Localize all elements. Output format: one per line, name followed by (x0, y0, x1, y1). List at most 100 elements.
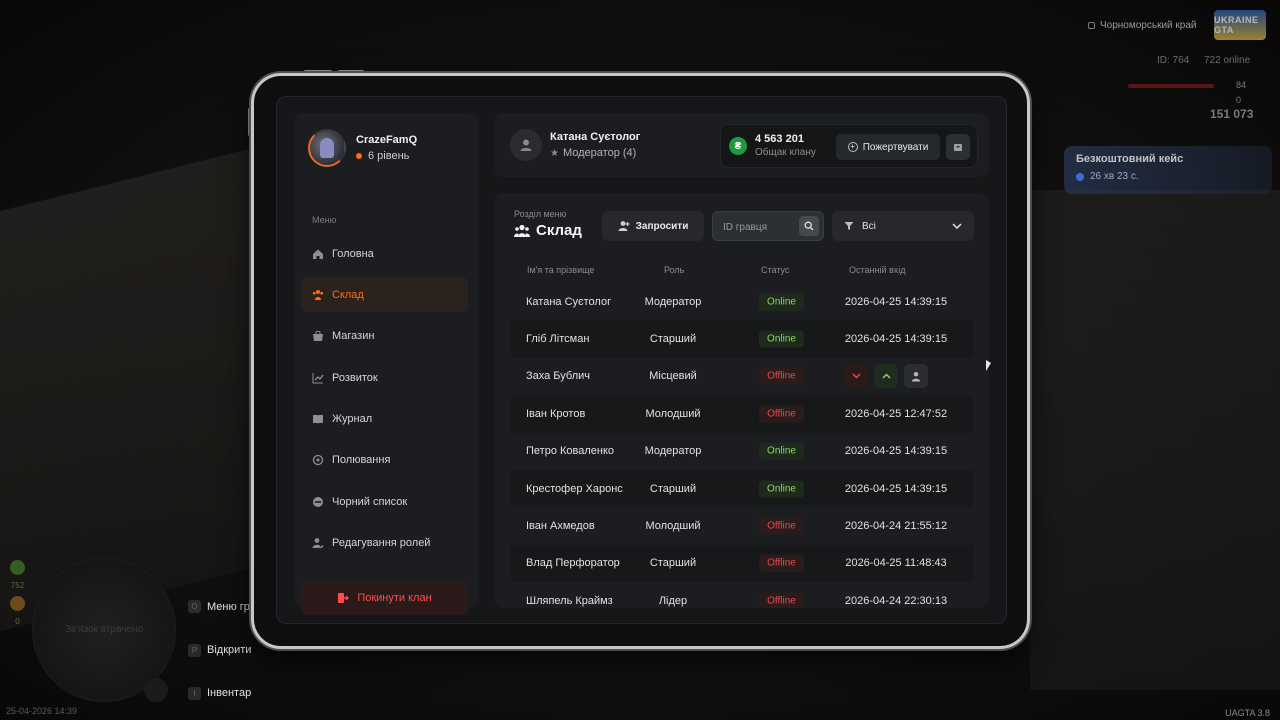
current-user-role: ★ Модератор (4) (550, 147, 636, 159)
food-icon (10, 560, 25, 575)
table-row[interactable]: Петро Коваленко Модератор Online 2026-04-25… (511, 433, 973, 470)
status-badge: Offline (759, 367, 804, 385)
sidebar: CrazeFamQ 6 рівень Меню Головна Склад Мага… (294, 113, 479, 615)
leave-clan-button[interactable]: Покинути клан (301, 581, 468, 615)
member-last-login: 2026-04-24 21:55:12 (844, 520, 948, 533)
sidebar-item-label: Полювання (332, 454, 391, 467)
column-role: Роль (664, 265, 685, 275)
status-badge: Online (759, 293, 804, 311)
profile-level: 6 рівень (356, 150, 417, 162)
table-row[interactable]: Іван Кротов Молодший Offline 2026-04-25 12:… (511, 395, 973, 433)
filter-icon (844, 222, 854, 230)
section-title: Склад (514, 222, 582, 239)
current-user-role-text: Модератор (4) (562, 147, 637, 159)
server-logo-text: UKRAINE GTA (1214, 15, 1259, 35)
hud-armor-value: 0 (1236, 95, 1242, 105)
sidebar-item-target[interactable]: Полювання (301, 443, 468, 478)
member-role: Молодший (645, 407, 701, 420)
table-row[interactable]: Влад Перфоратор Старший Offline 2026-04-25 … (511, 544, 973, 583)
block-icon (312, 496, 324, 508)
member-name: Іван Кротов (526, 407, 586, 420)
bank-amount: 4 563 201 (755, 133, 804, 145)
tablet-screen: CrazeFamQ 6 рівень Меню Головна Склад Мага… (276, 96, 1007, 624)
sidebar-item-user-edit[interactable]: Редагування ролей (301, 526, 468, 561)
member-name: Петро Коваленко (526, 445, 615, 458)
exit-icon (338, 593, 350, 603)
leave-clan-label: Покинути клан (357, 592, 432, 604)
sidebar-item-shop[interactable]: Магазин (301, 319, 468, 354)
member-name: Шляпель Краймз (526, 594, 613, 607)
server-logo: UKRAINE GTA (1214, 10, 1266, 40)
donate-button[interactable]: + Пожертвувати (836, 134, 940, 160)
microphone-icon[interactable] (144, 678, 168, 702)
promote-button[interactable] (874, 364, 898, 389)
table-header: Ім'я та прізвище Роль Статус Останній вх… (511, 265, 973, 279)
hud-player-id: ID: 764 (1157, 55, 1190, 66)
people-icon (514, 224, 530, 237)
status-badge: Online (759, 480, 804, 498)
demote-button[interactable] (844, 364, 868, 389)
member-actions (844, 364, 928, 389)
members-table: Катана Суєтолог Модератор Online 2026-04-25… (511, 283, 973, 608)
donate-label: Пожертвувати (862, 141, 929, 153)
member-last-login: 2026-04-25 14:39:15 (844, 482, 948, 495)
member-last-login: 2026-04-24 22:30:13 (844, 594, 948, 607)
sidebar-item-block[interactable]: Чорний список (301, 484, 468, 519)
topbar: Катана Суєтолог ★ Модератор (4) ₴ 4 563 … (494, 113, 989, 177)
member-role: Модератор (644, 445, 702, 458)
free-case-widget[interactable]: Безкоштовний кейс 26 хв 23 с. (1064, 146, 1272, 194)
kick-member-button[interactable] (904, 364, 928, 389)
free-case-title: Безкоштовний кейс (1076, 153, 1184, 165)
table-row[interactable]: Катана Суєтолог Модератор Online 2026-04-25… (511, 283, 973, 320)
player-id-input[interactable] (723, 220, 797, 234)
water-value: 0 (15, 617, 20, 626)
column-last-login: Останній вхід (849, 265, 906, 275)
table-row[interactable]: Заха Бублич Місцевий Offline (511, 358, 973, 395)
hud-health-value: 84 (1236, 80, 1247, 90)
member-last-login: 2026-04-25 14:39:15 (844, 445, 948, 458)
table-row[interactable]: Іван Ахмедов Молодший Offline 2026-04-24 21… (511, 507, 973, 544)
sidebar-item-label: Магазин (332, 330, 375, 343)
member-last-login: 2026-04-25 12:47:52 (844, 407, 948, 420)
status-badge: Offline (759, 554, 804, 572)
sidebar-item-people[interactable]: Склад (301, 277, 468, 313)
menu-label: Меню (312, 215, 337, 225)
table-row[interactable]: Крестофер Харонс Старший Online 2026-04-25 … (511, 469, 973, 508)
shop-icon (312, 330, 324, 342)
invite-label: Запросити (635, 220, 689, 232)
members-panel: Розділ меню Склад Запросити Всі (494, 193, 989, 608)
home-icon (312, 248, 324, 260)
clan-bank: ₴ 4 563 201 Общак клану + Пожертвувати (720, 124, 978, 168)
table-row[interactable]: Гліб Літсман Старший Online 2026-04-25 14:3… (511, 320, 973, 358)
member-name: Іван Ахмедов (526, 520, 595, 533)
sidebar-item-chart[interactable]: Розвиток (301, 360, 468, 395)
storage-button[interactable] (946, 134, 970, 160)
game-version: UAGTA 3.8 (1225, 708, 1270, 718)
sidebar-item-home[interactable]: Головна (301, 236, 468, 271)
invite-button[interactable]: Запросити (602, 211, 704, 241)
member-last-login: 2026-04-25 14:39:15 (844, 333, 948, 346)
player-search (712, 211, 824, 241)
sidebar-item-label: Редагування ролей (332, 537, 431, 550)
status-badge: Offline (759, 405, 804, 423)
avatar (308, 129, 346, 167)
profile: CrazeFamQ 6 рівень (308, 129, 417, 167)
profile-name: CrazeFamQ (356, 134, 418, 146)
chart-icon (312, 372, 324, 384)
member-last-login: 2026-04-25 14:39:15 (844, 295, 948, 308)
key-hint-label: Інвентар (207, 687, 252, 700)
section-label: Розділ меню (514, 209, 567, 219)
avatar-figure (320, 138, 334, 158)
search-button[interactable] (799, 216, 819, 236)
table-row[interactable]: Шляпель Краймз Лідер Offline 2026-04-24 22:… (511, 582, 973, 608)
free-case-timer-text: 26 хв 23 с. (1090, 171, 1139, 182)
member-name: Влад Перфоратор (526, 557, 620, 570)
key-hint-label: Відкрити (207, 644, 252, 657)
search-icon (804, 221, 814, 231)
sidebar-item-label: Розвиток (332, 371, 378, 384)
status-icons: 752 0 (10, 560, 25, 626)
sidebar-item-book[interactable]: Журнал (301, 402, 468, 437)
status-filter-dropdown[interactable]: Всі (832, 211, 974, 241)
member-role: Старший (649, 333, 697, 346)
column-name: Ім'я та прізвище (527, 265, 595, 275)
